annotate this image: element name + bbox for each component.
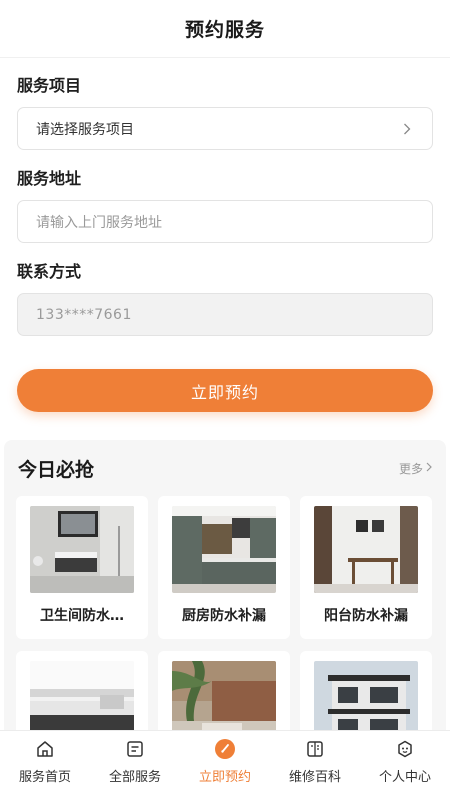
deal-name: 卫生间防水… xyxy=(40,608,124,624)
tab-label: 立即预约 xyxy=(198,770,251,785)
tab-repair-wiki[interactable]: 维修百科 xyxy=(270,731,360,800)
tab-profile[interactable]: 个人中心 xyxy=(360,731,450,800)
profile-icon xyxy=(394,738,416,760)
tab-label: 维修百科 xyxy=(288,770,341,785)
booking-form: 服务项目 请选择服务项目 服务地址 请输入上门服务地址 联系方式 133****… xyxy=(0,75,450,336)
list-icon xyxy=(124,738,146,760)
deal-card[interactable]: 卫生间防水… xyxy=(16,496,148,639)
tab-all-services[interactable]: 全部服务 xyxy=(90,731,180,800)
service-item-value: 请选择服务项目 xyxy=(36,121,134,138)
tab-label: 全部服务 xyxy=(108,770,161,785)
tab-label: 服务首页 xyxy=(18,770,71,785)
deals-more-link[interactable]: 更多 xyxy=(399,460,432,477)
bathroom-photo xyxy=(30,506,134,593)
address-label: 服务地址 xyxy=(17,169,82,188)
booking-icon xyxy=(214,738,236,760)
deals-title: 今日必抢 xyxy=(18,458,95,481)
chevron-right-icon xyxy=(426,461,432,475)
tab-book-now[interactable]: 立即预约 xyxy=(180,731,270,800)
more-label: 更多 xyxy=(398,461,423,476)
contact-value: 133****7661 xyxy=(36,306,132,323)
page-header: 预约服务 xyxy=(0,0,450,58)
contact-label: 联系方式 xyxy=(17,262,82,281)
chevron-right-icon xyxy=(400,122,414,136)
service-item-label: 服务项目 xyxy=(17,76,82,95)
deals-header: 今日必抢 更多 xyxy=(4,440,446,496)
page-title: 预约服务 xyxy=(184,19,265,41)
service-item-select[interactable]: 请选择服务项目 xyxy=(17,107,433,150)
address-input[interactable]: 请输入上门服务地址 xyxy=(17,200,433,243)
deal-card[interactable]: 阳台防水补漏 xyxy=(300,496,432,639)
deal-name: 厨房防水补漏 xyxy=(182,608,266,624)
book-now-button[interactable]: 立即预约 xyxy=(17,369,433,412)
home-icon xyxy=(34,738,56,760)
address-placeholder: 请输入上门服务地址 xyxy=(36,214,162,231)
bottom-tab-bar: 服务首页 全部服务 立即预约 维修百科 个人中心 xyxy=(0,730,450,800)
book-icon xyxy=(304,738,326,760)
balcony-photo xyxy=(314,506,418,593)
tab-label: 个人中心 xyxy=(378,770,431,785)
deal-name: 阳台防水补漏 xyxy=(324,608,408,624)
kitchen-photo xyxy=(172,506,276,593)
contact-field: 133****7661 xyxy=(17,293,433,336)
deal-card[interactable]: 厨房防水补漏 xyxy=(158,496,290,639)
tab-home[interactable]: 服务首页 xyxy=(0,731,90,800)
